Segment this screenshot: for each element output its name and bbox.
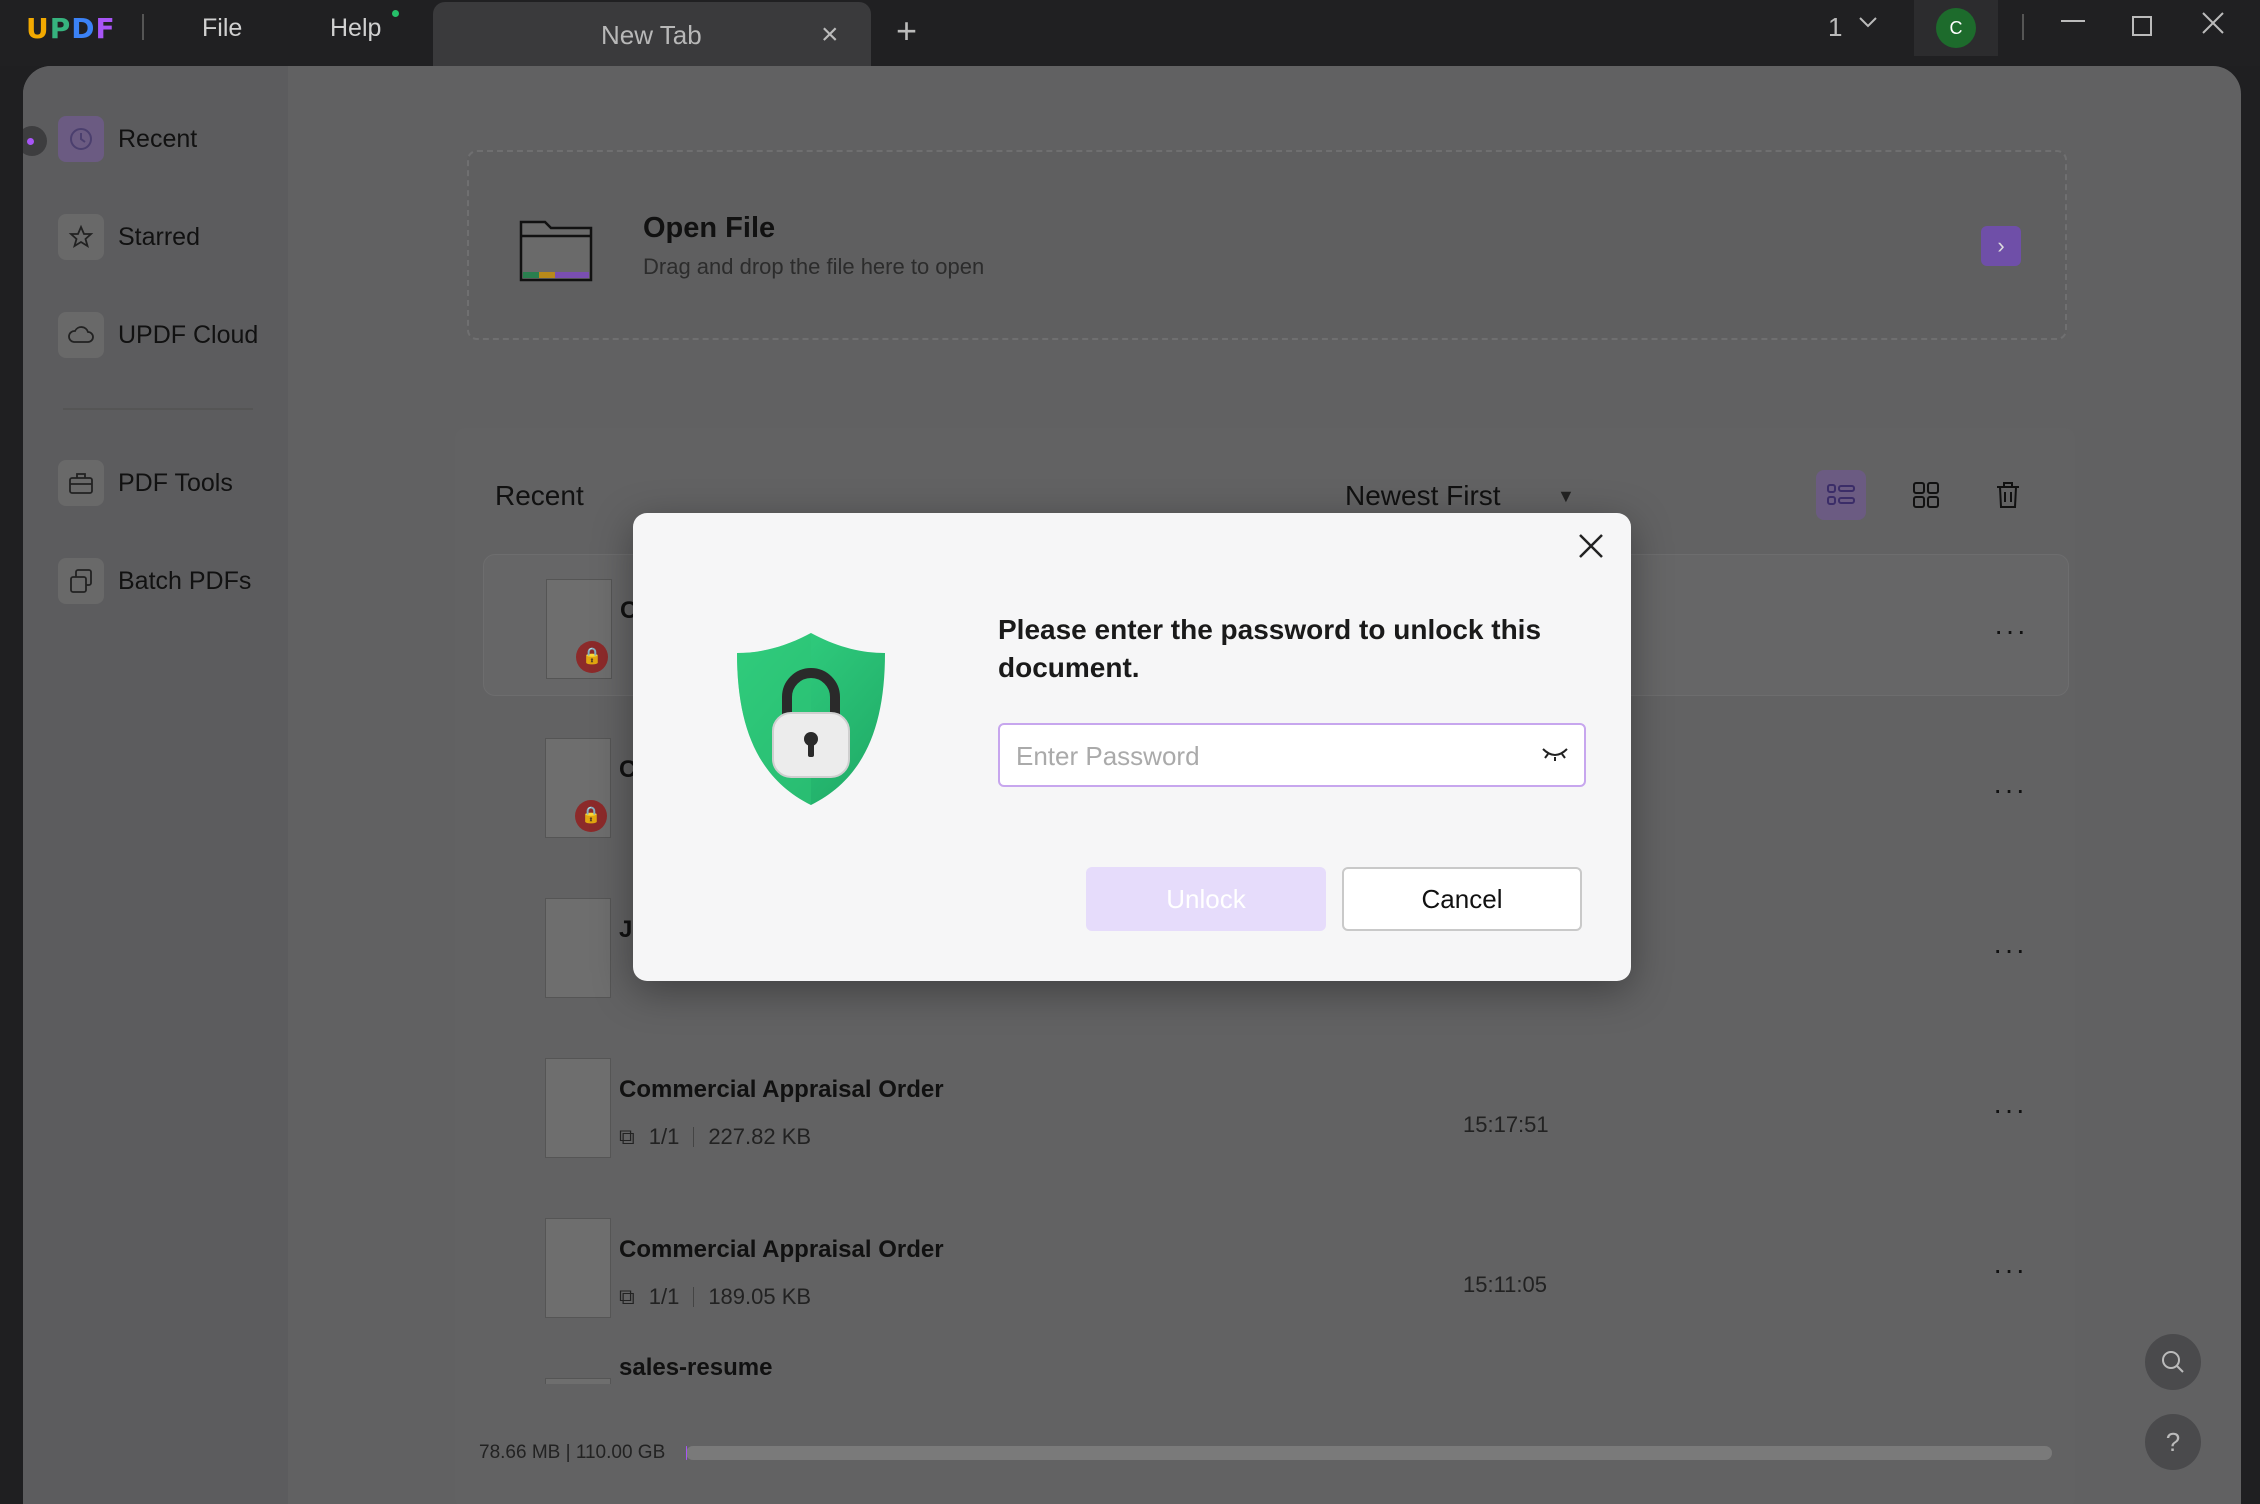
batch-icon (58, 558, 104, 604)
close-icon[interactable] (1575, 527, 1607, 572)
password-dialog: Please enter the password to unlock this… (633, 513, 1631, 981)
updf-logo: UPDF (26, 12, 116, 45)
sidebar-item-starred[interactable]: Starred (58, 212, 200, 262)
sidebar-item-label: Starred (118, 222, 200, 251)
file-time: 15:11:05 (1463, 1272, 1548, 1297)
unlock-button[interactable]: Unlock (1086, 867, 1326, 931)
file-thumbnail (545, 1378, 611, 1384)
pages-icon: ⧉ (619, 1124, 635, 1149)
close-tab-icon[interactable]: × (821, 18, 839, 52)
tab-new-tab[interactable]: New Tab × (433, 2, 871, 66)
file-thumbnail (545, 898, 611, 998)
help-button[interactable]: ? (2145, 1414, 2201, 1470)
sidebar-item-label: UPDF Cloud (118, 320, 259, 349)
menu-help[interactable]: Help (330, 14, 381, 43)
maximize-button[interactable] (2130, 12, 2154, 46)
sidebar-item-batch-pdfs[interactable]: Batch PDFs (58, 556, 251, 606)
list-item[interactable]: Commercial Appraisal Order ⧉ 1/1 189.05 … (483, 1194, 2069, 1336)
meta-divider (693, 1127, 695, 1147)
file-meta: ⧉ 1/1 189.05 KB (619, 1284, 811, 1310)
sidebar-item-label: Recent (118, 124, 198, 153)
lock-badge-icon: 🔒 (575, 800, 607, 832)
file-meta: ⧉ 1/1 227.82 KB (619, 1124, 811, 1150)
sidebar-divider (63, 408, 253, 410)
eye-closed-icon[interactable] (1540, 741, 1570, 772)
sidebar: Recent Starred UPDF Cloud PDF Tools Batc… (23, 66, 288, 1504)
menu-file[interactable]: File (202, 14, 242, 43)
sidebar-item-updf-cloud[interactable]: UPDF Cloud (58, 310, 258, 360)
file-time: 15:17:51 (1463, 1112, 1549, 1137)
recent-title: Recent (495, 480, 584, 511)
password-input[interactable] (1016, 737, 1516, 775)
avatar[interactable]: C (1936, 8, 1976, 48)
open-file-dropzone[interactable]: Open File Drag and drop the file here to… (467, 150, 2067, 340)
cloud-icon (58, 312, 104, 358)
sort-dropdown[interactable]: Newest First (1345, 480, 1501, 512)
file-name: Commercial Appraisal Order (619, 1236, 944, 1263)
lock-badge-icon: 🔒 (576, 641, 608, 673)
dialog-title: Please enter the password to unlock this… (998, 614, 1542, 683)
sidebar-item-recent[interactable]: Recent (58, 114, 197, 164)
toolbox-icon (58, 460, 104, 506)
folder-icon (519, 220, 593, 282)
file-size: 189.05 KB (708, 1284, 812, 1309)
more-options-icon[interactable]: ··· (1993, 1254, 2027, 1286)
sidebar-item-pdf-tools[interactable]: PDF Tools (58, 458, 233, 508)
minimize-button[interactable] (2058, 6, 2088, 44)
title-bar: UPDF File Help New Tab × + 1 C (0, 0, 2260, 66)
list-item[interactable]: sales-resume (483, 1354, 2069, 1384)
tab-label: New Tab (601, 20, 702, 50)
storage-bar-fill (686, 1446, 688, 1460)
file-thumbnail (545, 1218, 611, 1318)
more-options-icon[interactable]: ··· (1993, 934, 2027, 966)
file-thumbnail (545, 1058, 611, 1158)
more-options-icon[interactable]: ··· (1993, 774, 2027, 806)
more-options-icon[interactable]: ··· (1994, 615, 2028, 647)
open-file-arrow-button[interactable]: › (1981, 226, 2021, 266)
close-window-button[interactable] (2200, 10, 2226, 44)
cancel-button[interactable]: Cancel (1342, 867, 1582, 931)
file-pages: 1/1 (648, 1284, 680, 1309)
title-divider (142, 14, 144, 40)
file-name: J (619, 916, 633, 943)
add-tab-button[interactable]: + (896, 10, 917, 52)
meta-divider (693, 1287, 695, 1307)
trash-icon[interactable] (1983, 470, 2033, 520)
storage-usage: 78.66 MB | 110.00 GB (479, 1442, 666, 1463)
search-button[interactable] (2145, 1334, 2201, 1390)
sidebar-item-label: Batch PDFs (118, 566, 252, 595)
account-area[interactable]: C (1914, 0, 1998, 56)
file-name: Commercial Appraisal Order (619, 1076, 944, 1103)
file-size: 227.82 KB (708, 1124, 812, 1149)
pages-icon: ⧉ (619, 1284, 635, 1309)
help-notification-dot (392, 10, 399, 17)
list-item[interactable]: Commercial Appraisal Order ⧉ 1/1 227.82 … (483, 1034, 2069, 1176)
open-file-subtitle: Drag and drop the file here to open (643, 254, 985, 279)
caret-down-icon[interactable]: ▼ (1557, 486, 1575, 507)
more-options-icon[interactable]: ··· (1993, 1094, 2027, 1126)
title-divider (2022, 14, 2024, 40)
open-file-title: Open File (643, 212, 776, 244)
shield-lock-icon (737, 633, 885, 805)
sidebar-item-label: PDF Tools (118, 468, 233, 497)
file-name: sales-resume (619, 1354, 773, 1381)
sidebar-collapse-handle[interactable] (23, 126, 47, 156)
window-count[interactable]: 1 (1828, 12, 1842, 43)
password-field[interactable] (998, 723, 1586, 787)
clock-icon (58, 116, 104, 162)
grid-view-button[interactable] (1901, 470, 1951, 520)
chevron-down-icon[interactable] (1856, 10, 1880, 41)
list-view-button[interactable] (1816, 470, 1866, 520)
star-icon (58, 214, 104, 260)
storage-bar (686, 1446, 2052, 1460)
file-pages: 1/1 (648, 1124, 680, 1149)
